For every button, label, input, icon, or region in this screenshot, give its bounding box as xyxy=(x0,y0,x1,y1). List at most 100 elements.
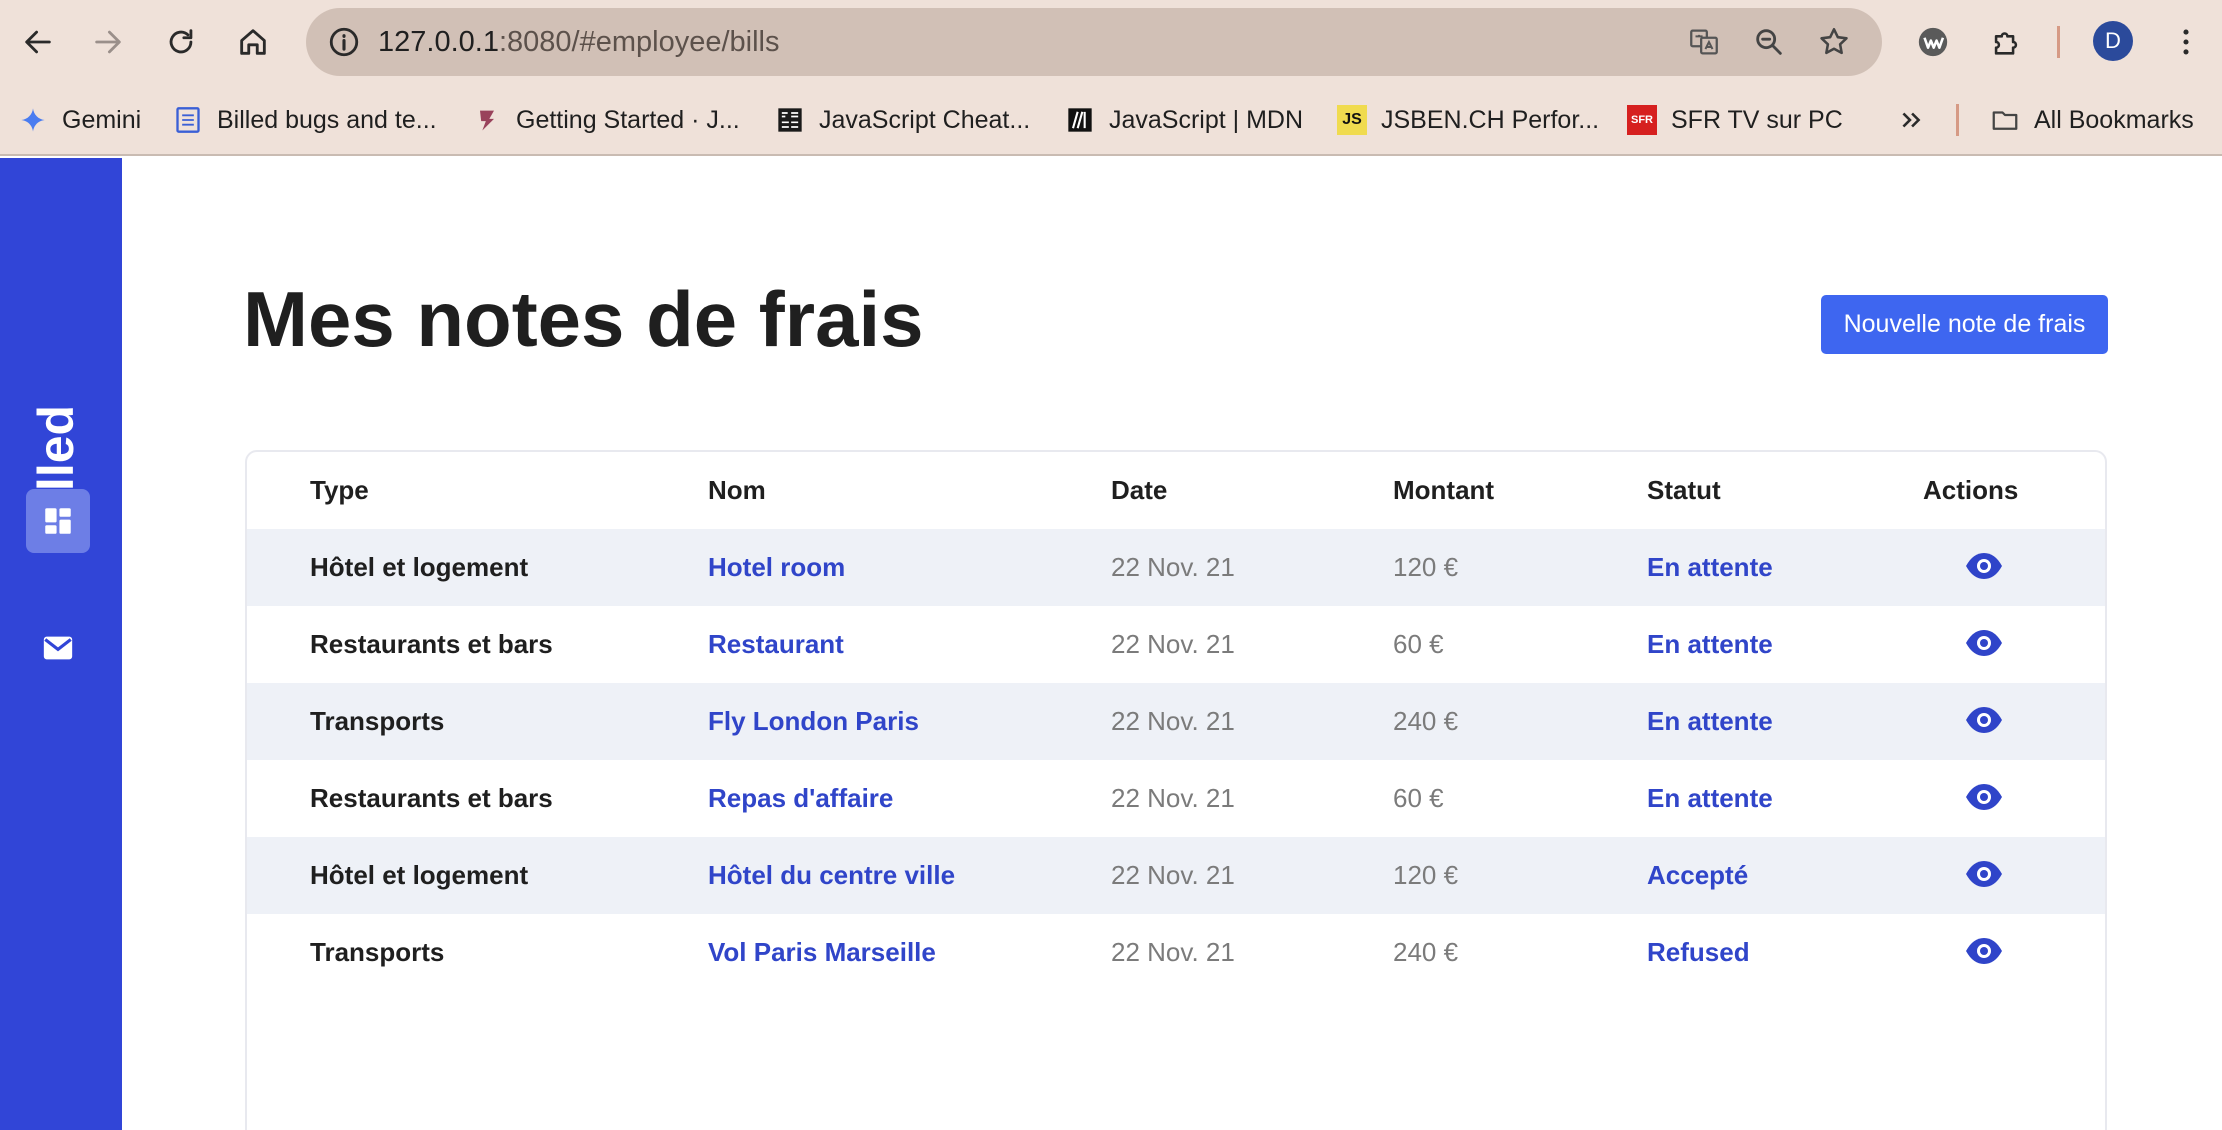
bookmark-mdn[interactable]: JavaScript | MDN xyxy=(1065,84,1303,156)
app-sidebar: Billed xyxy=(0,158,122,1130)
zoom-icon[interactable] xyxy=(1749,22,1789,62)
sidebar-item-bills[interactable] xyxy=(26,489,90,553)
cell-amount: 60 € xyxy=(1393,629,1444,659)
bookmark-js-cheatsheet[interactable]: JavaScript Cheat... xyxy=(775,84,1030,156)
cell-date: 22 Nov. 21 xyxy=(1111,860,1235,890)
eye-icon[interactable] xyxy=(1964,626,2004,660)
bookmark-sfr[interactable]: SFR SFR TV sur PC xyxy=(1627,84,1843,156)
url-text: 127.0.0.1:8080/#employee/bills xyxy=(378,8,779,76)
cell-date: 22 Nov. 21 xyxy=(1111,552,1235,582)
translate-icon[interactable] xyxy=(1684,22,1724,62)
cell-status: En attente xyxy=(1647,783,1773,813)
cell-type: Transports xyxy=(310,706,445,736)
bookmark-star-icon[interactable] xyxy=(1814,22,1854,62)
cell-amount: 60 € xyxy=(1393,783,1444,813)
cell-status: En attente xyxy=(1647,706,1773,736)
arrow-right-icon xyxy=(95,30,121,54)
home-icon xyxy=(240,29,266,55)
browser-toolbar: 127.0.0.1:8080/#employee/bills D xyxy=(0,0,2222,84)
table-row: Restaurants et bars Repas d'affaire 22 N… xyxy=(247,760,2105,837)
extension-w-icon[interactable] xyxy=(1909,18,1957,66)
bookmark-label: JavaScript Cheat... xyxy=(819,105,1031,134)
forward-button[interactable] xyxy=(84,18,132,66)
table-row: Restaurants et bars Restaurant 22 Nov. 2… xyxy=(247,606,2105,683)
cell-status: En attente xyxy=(1647,552,1773,582)
eye-icon[interactable] xyxy=(1964,857,2004,891)
bookmark-label: Gemini xyxy=(62,105,142,134)
table-row: Hôtel et logement Hôtel du centre ville … xyxy=(247,837,2105,914)
js-icon: JS xyxy=(1337,105,1367,135)
sfr-icon: SFR xyxy=(1627,105,1657,135)
url-host: 127.0.0.1 xyxy=(378,26,499,58)
cell-name: Hôtel du centre ville xyxy=(708,860,956,890)
bookmarks-bar: Gemini Billed bugs and te... Getting Sta… xyxy=(0,84,2222,156)
table-row: Transports Vol Paris Marseille 22 Nov. 2… xyxy=(247,914,2105,991)
cell-name: Fly London Paris xyxy=(708,706,919,736)
site-info-icon[interactable] xyxy=(324,22,364,62)
back-button[interactable] xyxy=(14,18,62,66)
more-menu-icon[interactable] xyxy=(2162,18,2210,66)
table-row: Transports Fly London Paris 22 Nov. 21 2… xyxy=(247,683,2105,760)
reload-button[interactable] xyxy=(157,18,205,66)
main-content: Mes notes de frais Nouvelle note de frai… xyxy=(122,158,2222,1130)
table-header-row: Type Nom Date Montant Statut Actions xyxy=(247,452,2105,529)
eye-icon[interactable] xyxy=(1964,549,2004,583)
eye-icon[interactable] xyxy=(1964,780,2004,814)
sidebar-item-new-bill[interactable] xyxy=(26,616,90,680)
folder-icon xyxy=(1990,105,2020,135)
page-title: Mes notes de frais xyxy=(243,275,924,363)
all-bookmarks-button[interactable]: All Bookmarks xyxy=(1990,84,2194,156)
extensions-puzzle-icon[interactable] xyxy=(1982,18,2030,66)
double-chevron-icon xyxy=(1896,105,1926,135)
toolbar-divider xyxy=(2057,26,2060,58)
bookmark-label: SFR TV sur PC xyxy=(1671,105,1843,134)
cell-name: Vol Paris Marseille xyxy=(708,937,936,967)
gemini-icon xyxy=(18,105,48,135)
arrow-left-icon xyxy=(25,30,51,54)
cell-status: Accepté xyxy=(1647,860,1749,890)
header-date: Date xyxy=(1111,475,1168,505)
all-bookmarks-label: All Bookmarks xyxy=(2034,105,2194,134)
eye-icon[interactable] xyxy=(1964,934,2004,968)
cell-date: 22 Nov. 21 xyxy=(1111,937,1235,967)
table-row: Hôtel et logement Hotel room 22 Nov. 21 … xyxy=(247,529,2105,606)
cell-name: Restaurant xyxy=(708,629,844,659)
bookmark-getting-started[interactable]: Getting Started · J... xyxy=(472,84,740,156)
bookmark-label: JavaScript | MDN xyxy=(1109,105,1304,134)
bookmarks-overflow-button[interactable] xyxy=(1896,84,1926,156)
header-type: Type xyxy=(310,475,369,505)
header-amount: Montant xyxy=(1393,475,1495,505)
cell-date: 22 Nov. 21 xyxy=(1111,629,1235,659)
dashboard-icon xyxy=(45,508,71,534)
bookmark-jsbench[interactable]: JS JSBEN.CH Perfor... xyxy=(1337,84,1599,156)
bookmark-label: Billed bugs and te... xyxy=(217,105,437,134)
jest-icon xyxy=(472,105,502,135)
cell-date: 22 Nov. 21 xyxy=(1111,706,1235,736)
reload-icon xyxy=(169,29,193,54)
cell-name: Repas d'affaire xyxy=(708,783,894,813)
eye-icon[interactable] xyxy=(1964,703,2004,737)
header-actions: Actions xyxy=(1923,475,2019,505)
mdn-icon xyxy=(1065,105,1095,135)
mail-icon xyxy=(43,636,73,660)
bills-table: Type Nom Date Montant Statut Actions Hôt… xyxy=(245,450,2107,1130)
bookmark-billed-bugs[interactable]: Billed bugs and te... xyxy=(173,84,437,156)
url-path: :8080/#employee/bills xyxy=(498,26,780,58)
profile-avatar[interactable]: D xyxy=(2093,21,2133,61)
cell-name: Hotel room xyxy=(708,552,846,582)
cell-type: Restaurants et bars xyxy=(310,629,553,659)
cell-amount: 120 € xyxy=(1393,860,1459,890)
bookmark-label: JSBEN.CH Perfor... xyxy=(1381,105,1600,134)
doc-icon xyxy=(173,105,203,135)
new-bill-button[interactable]: Nouvelle note de frais xyxy=(1821,295,2108,354)
cell-amount: 120 € xyxy=(1393,552,1459,582)
address-bar[interactable]: 127.0.0.1:8080/#employee/bills xyxy=(306,8,1882,76)
cell-type: Hôtel et logement xyxy=(310,552,529,582)
home-button[interactable] xyxy=(229,18,277,66)
cell-status: En attente xyxy=(1647,629,1773,659)
bookmark-gemini[interactable]: Gemini xyxy=(18,84,141,156)
cell-type: Restaurants et bars xyxy=(310,783,553,813)
bookmark-label: Getting Started · J... xyxy=(516,105,740,134)
bookmarks-divider xyxy=(1956,104,1959,136)
header-status: Statut xyxy=(1647,475,1721,505)
